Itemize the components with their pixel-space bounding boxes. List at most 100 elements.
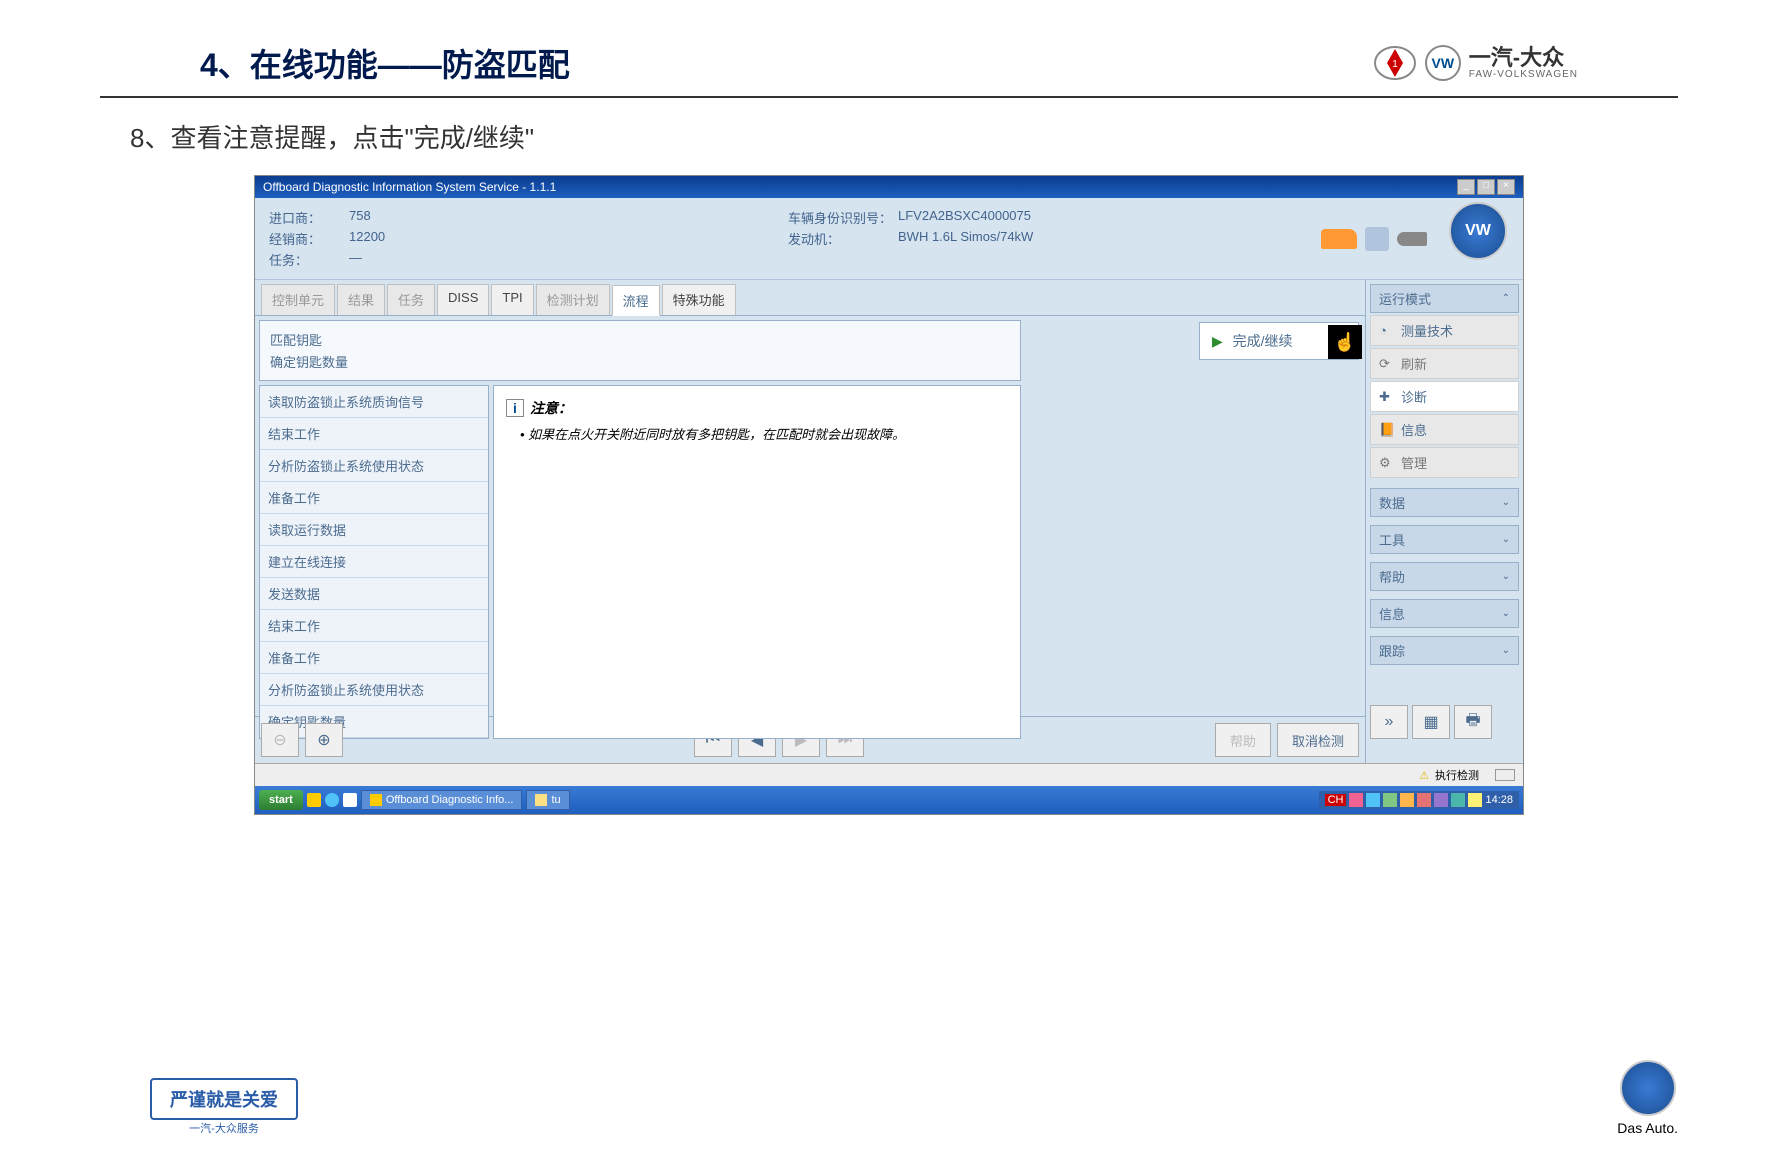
step-item[interactable]: 发送数据 <box>260 578 488 610</box>
step-list[interactable]: 读取防盗锁止系统质询信号结束工作分析防盗锁止系统使用状态准备工作读取运行数据建立… <box>259 385 489 739</box>
step-item[interactable]: 结束工作 <box>260 610 488 642</box>
lang-indicator[interactable]: CH <box>1325 794 1347 806</box>
step-instruction: 8、查看注意提醒，点击"完成/继续" <box>0 98 1778 175</box>
tray-icon-8[interactable] <box>1468 793 1482 807</box>
tab-控制单元[interactable]: 控制单元 <box>261 284 335 315</box>
tabs-row: 控制单元结果任务DISSTPI检测计划流程特殊功能 <box>255 280 1365 316</box>
note-title: 注意： <box>530 398 572 418</box>
warning-icon: ⚠ <box>1419 769 1429 782</box>
more-button[interactable]: » <box>1370 705 1408 739</box>
vw-large-icon <box>1620 1060 1676 1116</box>
mode-item-gauge[interactable]: ◔测量技术 <box>1370 315 1519 346</box>
help-button[interactable]: 帮助 <box>1215 723 1271 757</box>
breadcrumb: 匹配钥匙 确定钥匙数量 <box>259 320 1021 381</box>
action-column: ▶ 完成/继续 ☝ <box>1025 316 1365 716</box>
breadcrumb-line2: 确定钥匙数量 <box>270 352 1010 371</box>
chevron-down-icon: ⌄ <box>1502 645 1510 656</box>
step-item[interactable]: 读取运行数据 <box>260 514 488 546</box>
section-工具[interactable]: 工具⌄ <box>1370 525 1519 554</box>
step-item[interactable]: 结束工作 <box>260 418 488 450</box>
slogan-box: 严谨就是关爱 <box>150 1078 298 1120</box>
diag-icon: ✚ <box>1379 389 1395 405</box>
chevron-down-icon: ⌄ <box>1502 608 1510 619</box>
section-帮助[interactable]: 帮助⌄ <box>1370 562 1519 591</box>
ie-icon[interactable] <box>325 793 339 807</box>
maximize-icon[interactable]: □ <box>1477 179 1495 195</box>
admin-icon: ⚙ <box>1379 455 1395 471</box>
mode-item-diag[interactable]: ✚诊断 <box>1370 381 1519 412</box>
cancel-test-button[interactable]: 取消检测 <box>1277 723 1359 757</box>
brand-text-en: FAW-VOLKSWAGEN <box>1469 69 1578 80</box>
chevron-up-icon: ⌃ <box>1502 293 1510 304</box>
tab-流程[interactable]: 流程 <box>612 285 660 316</box>
tray-icon-6[interactable] <box>1434 793 1448 807</box>
tray-icon-4[interactable] <box>1400 793 1414 807</box>
note-body: • 如果在点火开关附近同时放有多把钥匙，在匹配时就会出现故障。 <box>506 424 1008 443</box>
print-button[interactable]: 🖶 <box>1454 705 1492 739</box>
car-icon <box>1321 229 1357 249</box>
slide-title: 4、在线功能——防盗匹配 <box>200 40 570 86</box>
cursor-hand-icon: ☝ <box>1328 325 1362 359</box>
tab-TPI[interactable]: TPI <box>491 284 533 315</box>
tab-检测计划[interactable]: 检测计划 <box>536 284 610 315</box>
step-item[interactable]: 建立在线连接 <box>260 546 488 578</box>
step-item[interactable]: 准备工作 <box>260 642 488 674</box>
start-button[interactable]: start <box>259 790 303 810</box>
engine-value: BWH 1.6L Simos/74kW <box>898 229 1033 248</box>
taskbar[interactable]: start Offboard Diagnostic Info... tu CH … <box>255 786 1523 814</box>
dealer-label: 经销商： <box>269 229 349 248</box>
zoom-in-button[interactable]: ⊕ <box>305 723 343 757</box>
importer-value: 758 <box>349 208 371 227</box>
step-item[interactable]: 准备工作 <box>260 482 488 514</box>
info-icon: 📙 <box>1379 422 1395 438</box>
dealer-value: 12200 <box>349 229 385 248</box>
section-信息[interactable]: 信息⌄ <box>1370 599 1519 628</box>
tab-特殊功能[interactable]: 特殊功能 <box>662 284 736 315</box>
zoom-out-button[interactable]: ⊖ <box>261 723 299 757</box>
mode-item-info[interactable]: 📙信息 <box>1370 414 1519 445</box>
section-数据[interactable]: 数据⌄ <box>1370 488 1519 517</box>
tray-icon-7[interactable] <box>1451 793 1465 807</box>
computer-icon <box>1365 227 1389 251</box>
complete-continue-button[interactable]: ▶ 完成/继续 ☝ <box>1199 322 1359 360</box>
tab-结果[interactable]: 结果 <box>337 284 385 315</box>
explorer-icon[interactable] <box>343 793 357 807</box>
app-window: Offboard Diagnostic Information System S… <box>254 175 1524 815</box>
minimize-icon[interactable]: _ <box>1457 179 1475 195</box>
chevron-down-icon: ⌄ <box>1502 571 1510 582</box>
das-auto-badge: Das Auto. <box>1617 1060 1678 1136</box>
mode-header[interactable]: 运行模式 ⌃ <box>1370 284 1519 313</box>
step-item[interactable]: 读取防盗锁止系统质询信号 <box>260 386 488 418</box>
brand-logos: 1 VW 一汽-大众 FAW-VOLKSWAGEN <box>1373 45 1578 81</box>
vin-label: 车辆身份识别号： <box>788 208 898 227</box>
key-icon <box>1397 232 1427 246</box>
order-value: — <box>349 250 362 269</box>
section-跟踪[interactable]: 跟踪⌄ <box>1370 636 1519 665</box>
tab-任务[interactable]: 任务 <box>387 284 435 315</box>
tray-icon-2[interactable] <box>1366 793 1380 807</box>
system-tray[interactable]: CH 14:28 <box>1319 791 1519 809</box>
slide-footer: 严谨就是关爱 一汽-大众服务 Das Auto. <box>150 1060 1678 1136</box>
step-item[interactable]: 分析防盗锁止系统使用状态 <box>260 450 488 482</box>
step-item[interactable]: 分析防盗锁止系统使用状态 <box>260 674 488 706</box>
taskbar-icon[interactable] <box>307 793 321 807</box>
importer-label: 进口商： <box>269 208 349 227</box>
info-icon: i <box>506 399 524 417</box>
folder-icon <box>535 794 547 806</box>
refresh-icon: ⟳ <box>1379 356 1395 372</box>
engine-label: 发动机： <box>788 229 898 248</box>
app-icon <box>370 794 382 806</box>
title-bar[interactable]: Offboard Diagnostic Information System S… <box>255 176 1523 198</box>
tray-icon-1[interactable] <box>1349 793 1363 807</box>
taskbar-app-1[interactable]: Offboard Diagnostic Info... <box>361 790 523 810</box>
breadcrumb-line1: 匹配钥匙 <box>270 330 1010 349</box>
info-bar: 进口商：758 经销商：12200 任务：— 车辆身份识别号：LFV2A2BSX… <box>255 198 1523 280</box>
tray-icon-3[interactable] <box>1383 793 1397 807</box>
window-title: Offboard Diagnostic Information System S… <box>263 180 556 194</box>
grid-icon-button[interactable]: ▦ <box>1412 705 1450 739</box>
tab-DISS[interactable]: DISS <box>437 284 489 315</box>
tray-icon-5[interactable] <box>1417 793 1431 807</box>
close-icon[interactable]: × <box>1497 179 1515 195</box>
taskbar-app-2[interactable]: tu <box>526 790 569 810</box>
vin-value: LFV2A2BSXC4000075 <box>898 208 1031 227</box>
